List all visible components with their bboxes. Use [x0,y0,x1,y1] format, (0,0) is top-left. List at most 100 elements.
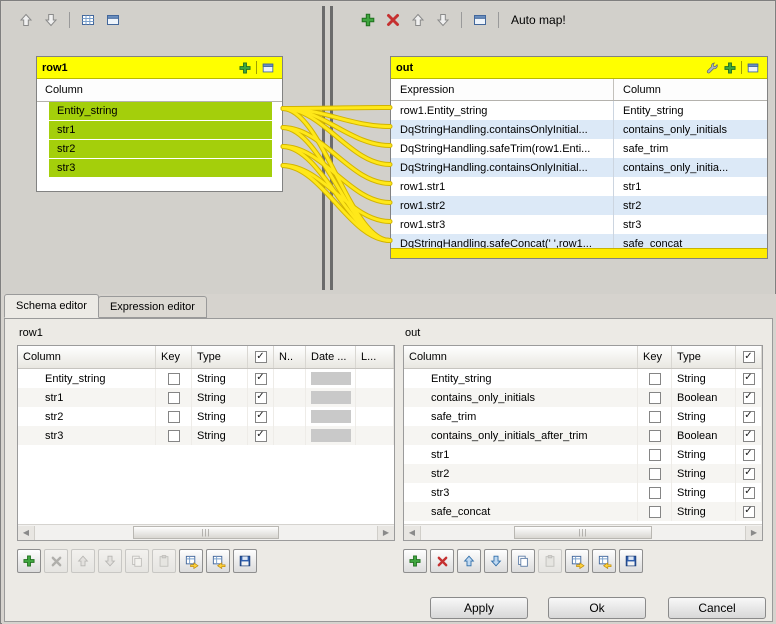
minimize-panel-button[interactable] [744,60,762,76]
add-filter-button[interactable] [236,60,254,76]
column-name-cell[interactable]: safe_concat [404,502,638,521]
nullable-cell[interactable] [736,464,762,483]
column-name-cell[interactable]: str1 [18,388,156,407]
remove-column-button[interactable] [44,549,68,573]
key-header[interactable]: Key [156,346,192,368]
cancel-button[interactable]: Cancel [668,597,766,619]
scroll-left-arrow[interactable]: ◀ [18,526,35,540]
nullable-cell[interactable] [736,426,762,445]
unchecked-checkbox[interactable] [649,468,661,480]
key-cell[interactable] [156,369,192,388]
schema-row[interactable]: str3 String [404,483,762,502]
date-cell[interactable] [306,388,356,407]
length-cell[interactable] [356,369,394,388]
tmap-settings-button[interactable] [703,60,721,76]
row1-row-entity-string[interactable]: Entity_string [37,102,282,120]
unchecked-checkbox[interactable] [168,411,180,423]
move-down-button[interactable] [41,10,61,30]
add-filter-button[interactable] [721,60,739,76]
schema-row[interactable]: Entity_string String [404,369,762,388]
export-schema-button[interactable] [592,549,616,573]
add-column-button[interactable] [17,549,41,573]
out-row[interactable]: row1.str2str2 [391,196,767,215]
nullable-cell[interactable] [736,388,762,407]
schema-row[interactable]: str1 String [18,388,394,407]
key-cell[interactable] [638,407,672,426]
nullable-check-header[interactable] [248,346,274,368]
out-horizontal-scrollbar[interactable] [391,248,767,258]
date-cell[interactable] [306,407,356,426]
expression-cell[interactable]: DqStringHandling.containsOnlyInitial... [391,120,614,139]
checked-checkbox[interactable] [743,449,755,461]
nullable-cell[interactable] [248,407,274,426]
column-name-cell[interactable]: str1 [404,445,638,464]
column-name-cell[interactable]: Entity_string [18,369,156,388]
unchecked-checkbox[interactable] [649,373,661,385]
checked-checkbox[interactable] [255,392,267,404]
type-cell[interactable]: String [672,445,736,464]
out-row[interactable]: row1.str1str1 [391,177,767,196]
date-pattern-header[interactable]: Date ... [306,346,356,368]
unchecked-checkbox[interactable] [649,487,661,499]
move-up-button[interactable] [16,10,36,30]
checked-checkbox[interactable] [743,373,755,385]
move-column-up-button[interactable] [71,549,95,573]
expression-cell[interactable]: DqStringHandling.safeTrim(row1.Enti... [391,139,614,158]
schema-row[interactable]: safe_concat String [404,502,762,521]
checked-checkbox[interactable] [255,430,267,442]
row1-title-bar[interactable]: row1 [37,57,282,79]
out-row[interactable]: DqStringHandling.containsOnlyInitial...c… [391,120,767,139]
key-cell[interactable] [156,407,192,426]
out-row[interactable]: DqStringHandling.safeTrim(row1.Enti...sa… [391,139,767,158]
checked-checkbox[interactable] [255,373,267,385]
expression-cell[interactable]: row1.Entity_string [391,101,614,120]
schema-row[interactable]: contains_only_initials Boolean [404,388,762,407]
expression-cell[interactable]: row1.str2 [391,196,614,215]
tab-schema-editor[interactable]: Schema editor [4,294,99,318]
apply-button[interactable]: Apply [430,597,528,619]
scroll-left-arrow[interactable]: ◀ [404,526,421,540]
minimize-panels-button[interactable] [470,10,490,30]
checked-checkbox[interactable] [743,506,755,518]
expression-cell[interactable]: DqStringHandling.containsOnlyInitial... [391,158,614,177]
unchecked-checkbox[interactable] [168,430,180,442]
column-cell[interactable]: safe_trim [614,139,767,158]
paste-button[interactable] [538,549,562,573]
length-cell[interactable] [356,426,394,445]
unchecked-checkbox[interactable] [649,392,661,404]
n-cell[interactable] [274,388,306,407]
left-table-horizontal-scrollbar[interactable]: ◀ ||| ▶ [18,524,394,540]
minimize-panels-button[interactable] [103,10,123,30]
scroll-track[interactable]: ||| [35,526,377,539]
copy-button[interactable] [125,549,149,573]
column-cell[interactable]: Entity_string [614,101,767,120]
checked-checkbox[interactable] [743,430,755,442]
length-cell[interactable] [356,388,394,407]
schema-row[interactable]: str2 String [18,407,394,426]
column-cell[interactable]: contains_only_initia... [614,158,767,177]
column-name-cell[interactable]: Entity_string [404,369,638,388]
nullable-check-header[interactable] [736,346,762,368]
nullable-cell[interactable] [736,483,762,502]
column-name-cell[interactable]: str3 [404,483,638,502]
column-name-cell[interactable]: safe_trim [404,407,638,426]
expression-cell[interactable]: row1.str3 [391,215,614,234]
out-row[interactable]: row1.str3str3 [391,215,767,234]
scroll-thumb[interactable]: ||| [514,526,652,539]
scroll-right-arrow[interactable]: ▶ [745,526,762,540]
key-header[interactable]: Key [638,346,672,368]
move-column-down-button[interactable] [98,549,122,573]
type-cell[interactable]: Boolean [672,388,736,407]
key-cell[interactable] [638,502,672,521]
schema-row[interactable]: contains_only_initials_after_trim Boolea… [404,426,762,445]
key-cell[interactable] [156,426,192,445]
remove-output-button[interactable] [383,10,403,30]
nullable-cell[interactable] [736,445,762,464]
checked-checkbox[interactable] [743,468,755,480]
type-cell[interactable]: String [192,426,248,445]
type-cell[interactable]: String [672,464,736,483]
date-cell[interactable] [306,426,356,445]
length-cell[interactable] [356,407,394,426]
column-cell[interactable]: str1 [614,177,767,196]
scroll-right-arrow[interactable]: ▶ [377,526,394,540]
